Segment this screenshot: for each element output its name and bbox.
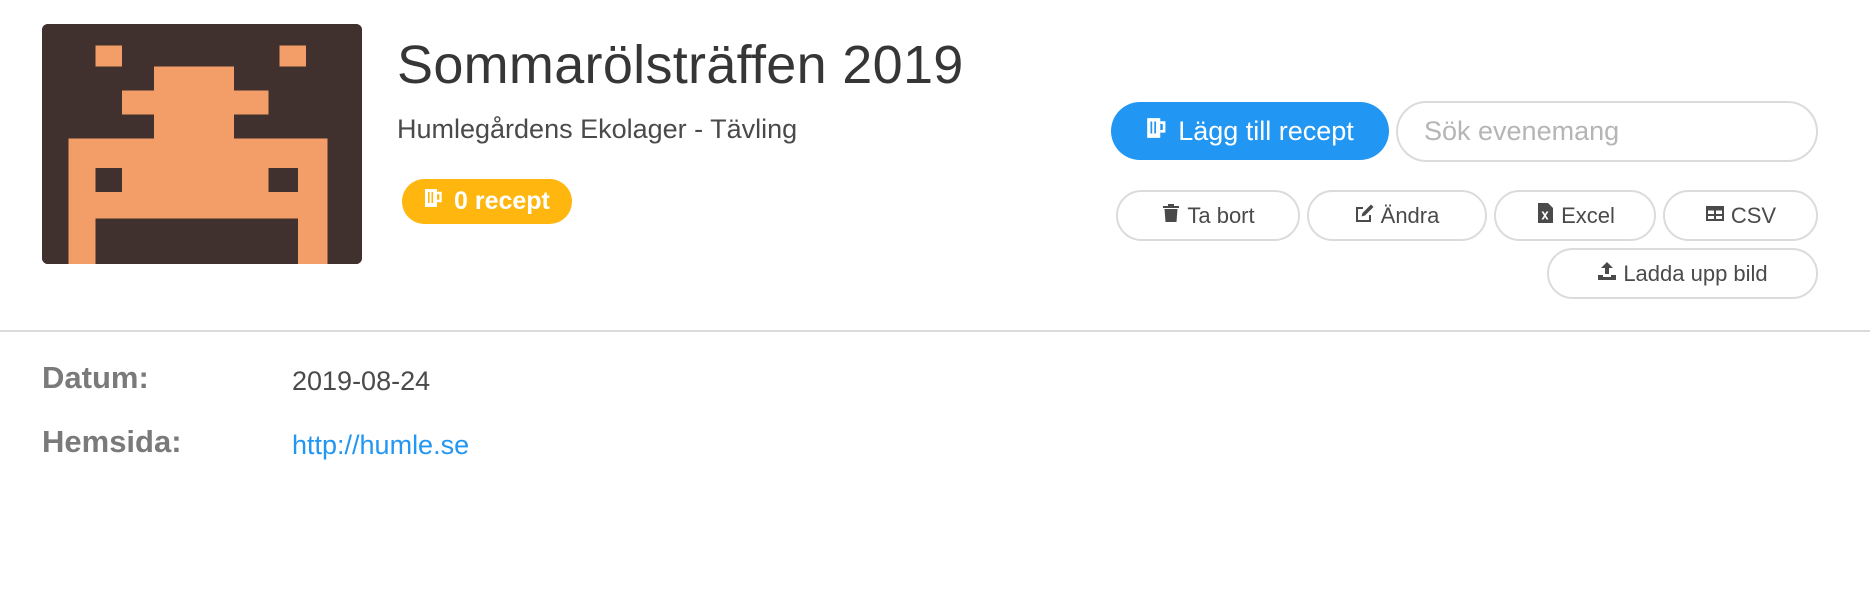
- table-icon: [1705, 203, 1725, 229]
- event-title: Sommarölsträffen 2019: [397, 35, 964, 95]
- upload-icon: [1597, 261, 1617, 287]
- add-recipe-button[interactable]: Lägg till recept: [1111, 102, 1389, 160]
- add-recipe-label: Lägg till recept: [1178, 115, 1354, 146]
- trash-icon: [1161, 203, 1181, 229]
- excel-file-icon: [1535, 202, 1555, 229]
- recipe-count-badge: 0 recept: [402, 179, 572, 224]
- upload-image-label: Ladda upp bild: [1623, 260, 1768, 286]
- recipe-count-text: 0 recept: [454, 187, 550, 215]
- excel-export-button[interactable]: Excel: [1494, 190, 1656, 241]
- event-avatar: [42, 24, 362, 264]
- excel-label: Excel: [1561, 202, 1615, 228]
- edit-icon: [1355, 203, 1375, 229]
- website-label: Hemsida:: [42, 424, 182, 459]
- csv-label: CSV: [1730, 202, 1777, 228]
- csv-export-button[interactable]: CSV: [1663, 190, 1818, 241]
- upload-image-button[interactable]: Ladda upp bild: [1547, 248, 1818, 299]
- beer-mug-icon: [424, 187, 444, 216]
- delete-button[interactable]: Ta bort: [1116, 190, 1300, 241]
- event-header: Sommarölsträffen 2019 Humlegårdens Ekola…: [0, 0, 1870, 332]
- edit-button[interactable]: Ändra: [1307, 190, 1487, 241]
- beer-mug-icon: [1146, 116, 1168, 147]
- event-subtitle: Humlegårdens Ekolager - Tävling: [397, 114, 798, 144]
- delete-label: Ta bort: [1187, 202, 1255, 228]
- website-link[interactable]: http://humle.se: [292, 430, 469, 461]
- search-events-input[interactable]: [1396, 101, 1818, 162]
- date-label: Datum:: [42, 360, 149, 395]
- edit-label: Ändra: [1380, 202, 1440, 228]
- pixel-identicon: [42, 24, 362, 264]
- date-value: 2019-08-24: [292, 366, 431, 396]
